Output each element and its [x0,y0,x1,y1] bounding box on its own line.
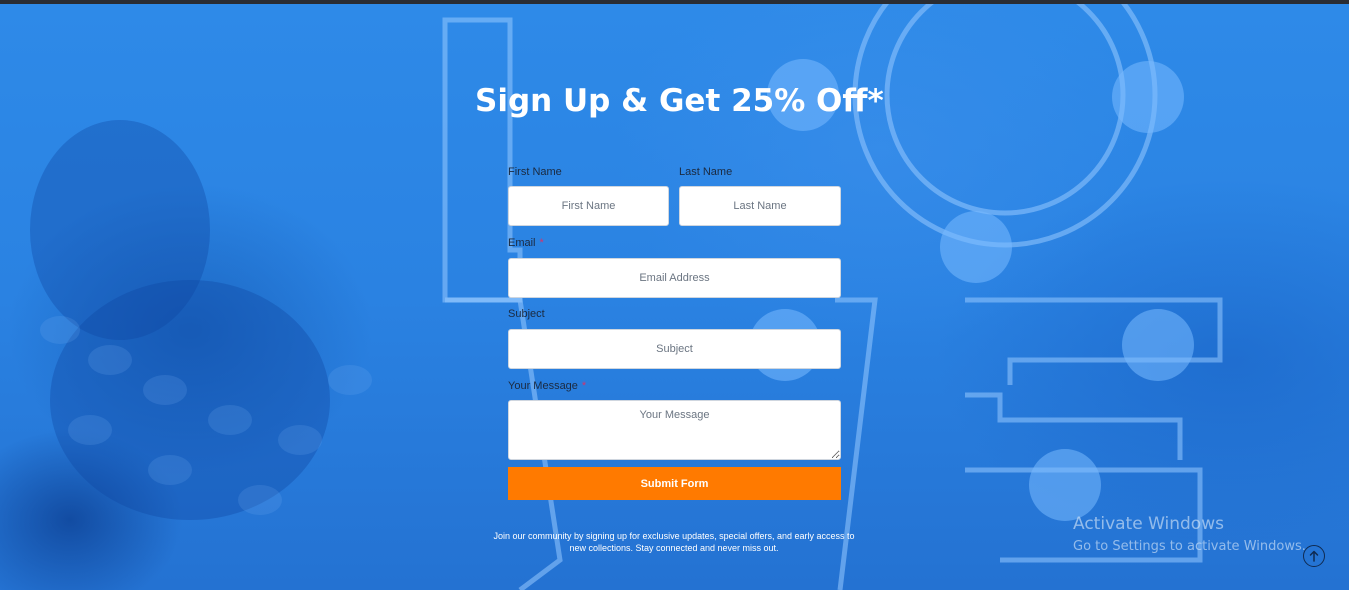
email-input[interactable] [508,258,841,298]
subject-label: Subject [508,308,545,320]
signup-page: Sign Up & Get 25% Off* First Name Last N… [0,0,1349,590]
last-name-label: Last Name [679,166,733,178]
email-required-mark: * [539,237,544,249]
signup-description: Join our community by signing up for exc… [474,530,874,554]
message-required-mark: * [581,380,587,392]
email-label-text: Email [508,237,536,249]
signup-form-section: Sign Up & Get 25% Off* First Name Last N… [0,0,1349,590]
message-textarea[interactable] [508,400,841,460]
first-name-label: First Name [508,166,562,178]
email-label: Email * [508,237,544,249]
browser-top-strip [0,0,1349,4]
message-label-text: Your Message [508,380,578,392]
page-title: Sign Up & Get 25% Off* [475,83,884,119]
message-label: Your Message * [508,380,586,392]
signup-description-line-2: new collections. Stay connected and neve… [569,543,779,553]
subject-input[interactable] [508,329,841,369]
last-name-input[interactable] [679,186,841,226]
signup-description-line-1: Join our community by signing up for exc… [493,531,855,541]
first-name-input[interactable] [508,186,669,226]
submit-form-button[interactable]: Submit Form [508,467,841,500]
